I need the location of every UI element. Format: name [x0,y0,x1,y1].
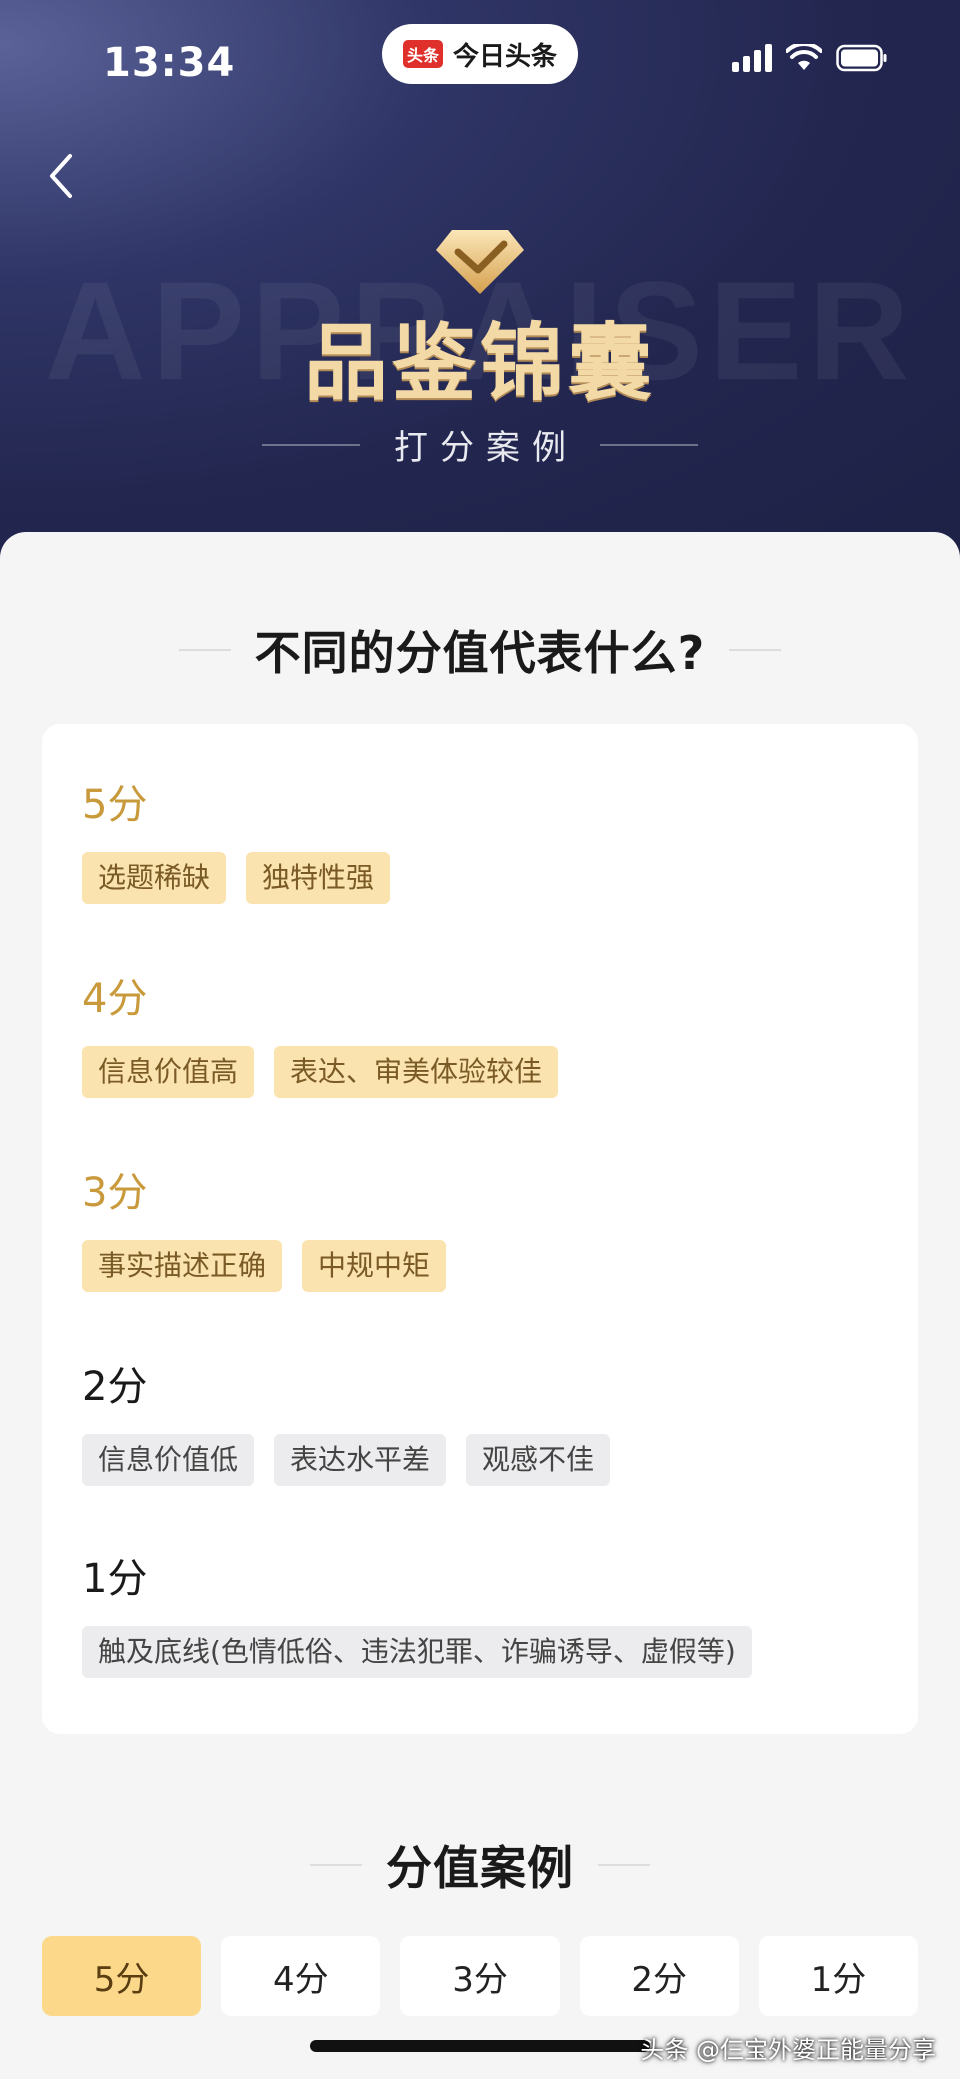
score-tag: 信息价值高 [82,1046,255,1098]
score-tag: 信息价值低 [82,1434,255,1486]
score-tag: 表达、审美体验较佳 [274,1046,559,1098]
wifi-icon [786,44,822,72]
score-group-3: 3分 事实描述正确 中规中矩 [82,1160,447,1292]
score-meaning-card: 5分 选题稀缺 独特性强 4分 信息价值高 表达、审美体验较佳 3分 事实描述正… [42,724,918,1734]
score-tag: 独特性强 [246,852,391,904]
score-label: 1分 [82,1556,148,1602]
score-label: 3分 [82,1170,148,1216]
section-heading-scores: 不同的分值代表什么? [0,617,960,683]
tag-list: 触及底线(色情低俗、违法犯罪、诈骗诱导、虚假等) [82,1626,752,1678]
score-tag: 事实描述正确 [82,1240,283,1292]
tag-list: 事实描述正确 中规中矩 [82,1240,447,1292]
content-sheet: 不同的分值代表什么? 5分 选题稀缺 独特性强 4分 信息价值高 表达、审美体验… [0,532,960,2079]
score-tag: 观感不佳 [466,1434,611,1486]
divider-line [178,649,231,651]
hero-subtitle: 打分案例 [394,428,578,468]
tag-list: 信息价值低 表达水平差 观感不佳 [82,1434,611,1486]
divider-line [262,443,360,446]
score-tag: 中规中矩 [302,1240,447,1292]
hero-subtitle-row: 打分案例 [0,420,960,469]
section-title: 分值案例 [386,1841,574,1895]
tag-list: 信息价值高 表达、审美体验较佳 [82,1046,559,1098]
score-tag: 触及底线(色情低俗、违法犯罪、诈骗诱导、虚假等) [82,1626,752,1678]
status-time: 13:34 [103,40,236,86]
home-indicator[interactable] [310,2040,650,2052]
score-group-2: 2分 信息价值低 表达水平差 观感不佳 [82,1354,611,1486]
chevron-left-icon [50,154,72,198]
score-label: 4分 [82,976,148,1022]
source-caption: 头条 @仨宝外婆正能量分享 [640,2036,936,2064]
status-bar: 13:34 头条 今日头条 [0,0,960,120]
back-button[interactable] [40,146,84,206]
divider-line [310,1864,362,1866]
score-label: 5分 [82,782,148,828]
score-group-5: 5分 选题稀缺 独特性强 [82,772,391,904]
tab-score-4[interactable]: 4分 [221,1936,381,2016]
hero-banner: 13:34 头条 今日头条 APPRAISER 品鉴锦囊 打分案例 [0,0,960,560]
status-icons [732,44,888,72]
tag-list: 选题稀缺 独特性强 [82,852,391,904]
tab-score-1[interactable]: 1分 [758,1936,919,2016]
cellular-signal-icon [732,44,772,72]
hero-title: 品鉴锦囊 [303,314,656,412]
battery-icon [836,44,888,72]
divider-line [600,443,698,446]
score-case-tabs: 5分 4分 3分 2分 1分 [42,1936,919,2016]
app-source-pill[interactable]: 头条 今日头条 [382,24,578,84]
divider-line [598,1864,650,1866]
divider-line [729,649,782,651]
diamond-badge-icon [436,230,524,294]
score-group-1: 1分 触及底线(色情低俗、违法犯罪、诈骗诱导、虚假等) [82,1546,752,1678]
score-tag: 选题稀缺 [82,852,227,904]
tab-score-3[interactable]: 3分 [400,1936,560,2016]
score-group-4: 4分 信息价值高 表达、审美体验较佳 [82,966,559,1098]
section-title: 不同的分值代表什么? [254,626,706,680]
score-tag: 表达水平差 [274,1434,447,1486]
tab-score-2[interactable]: 2分 [579,1936,739,2016]
toutiao-logo-icon: 头条 [402,40,443,68]
score-label: 2分 [82,1364,148,1410]
tab-score-5[interactable]: 5分 [42,1936,202,2016]
app-name: 今日头条 [452,41,557,72]
section-heading-cases: 分值案例 [0,1832,960,1898]
